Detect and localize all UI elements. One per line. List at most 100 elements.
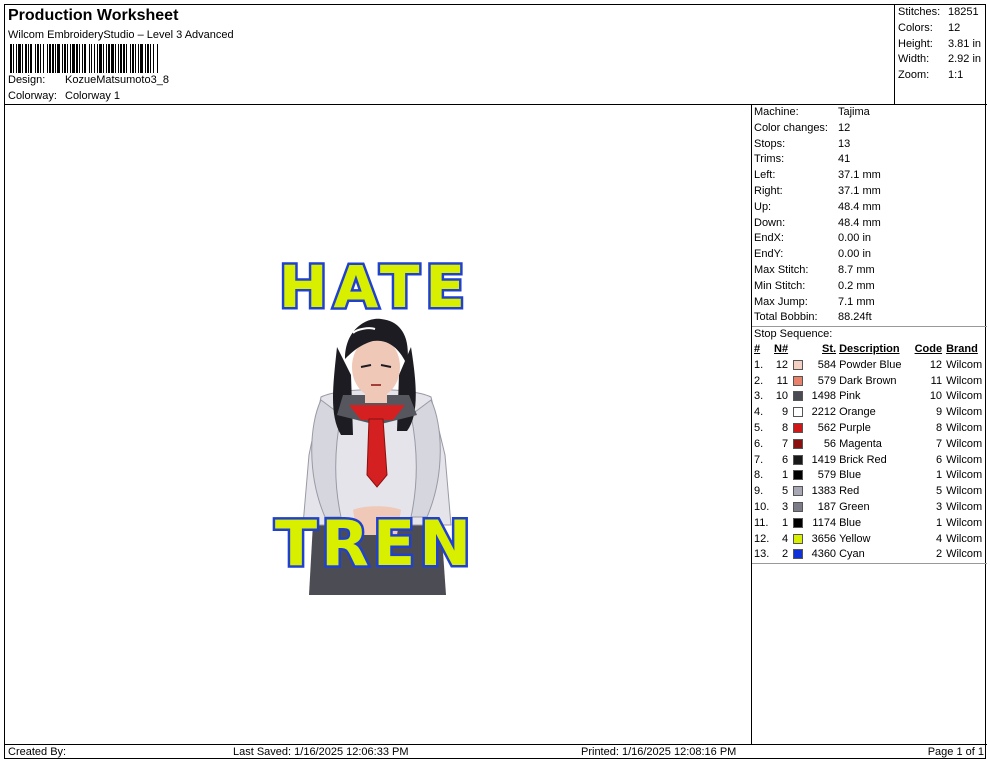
stop-index: 5. xyxy=(754,421,764,434)
info-label: Left: xyxy=(754,169,776,182)
color-swatch xyxy=(788,389,808,405)
info-label: Machine: xyxy=(754,106,799,118)
design-row: Design: KozueMatsumoto3_8 xyxy=(8,74,169,86)
summary-row-stitches: Stitches: 18251 xyxy=(898,6,979,18)
stitch-count: 1498 xyxy=(811,390,837,403)
color-code: 5 xyxy=(935,485,943,498)
info-label: Color changes: xyxy=(754,121,828,134)
printed-date: Printed: 1/16/2025 12:08:16 PM xyxy=(581,746,737,758)
design-text-bottom: TREN xyxy=(275,507,475,580)
needle-number: 3 xyxy=(781,500,789,513)
stop-index: 9. xyxy=(754,485,764,498)
stop-row: 7. 6 1419 Brick Red 6 Wilcom xyxy=(752,453,987,469)
thread-brand: Wilcom xyxy=(946,532,983,545)
info-row: Min Stitch: 0.2 mm xyxy=(752,279,987,295)
thread-brand: Wilcom xyxy=(946,548,983,561)
info-panel: Machine: Tajima Color changes: 12 Stops: 13 Tr… xyxy=(751,105,987,744)
color-code: 6 xyxy=(935,453,943,466)
thread-brand: Wilcom xyxy=(946,406,983,419)
stop-row: 13. 2 4360 Cyan 2 Wilcom xyxy=(752,547,987,563)
info-value: 88.24ft xyxy=(838,311,872,324)
needle-number: 7 xyxy=(781,437,789,450)
stop-row: 9. 5 1383 Red 5 Wilcom xyxy=(752,484,987,500)
color-description: Blue xyxy=(839,516,862,529)
color-swatch xyxy=(788,437,808,453)
page-number: Page 1 of 1 xyxy=(927,746,984,758)
stop-row: 1. 12 584 Powder Blue 12 Wilcom xyxy=(752,358,987,374)
col-header-swatch xyxy=(788,342,808,358)
stop-index: 8. xyxy=(754,469,764,482)
color-swatch-box xyxy=(793,549,804,560)
color-description: Green xyxy=(839,500,870,513)
thread-brand: Wilcom xyxy=(946,500,983,513)
color-description: Yellow xyxy=(839,532,871,545)
info-value: 13 xyxy=(838,137,851,150)
needle-number: 11 xyxy=(776,374,789,387)
color-description: Pink xyxy=(839,390,861,403)
stitch-count: 584 xyxy=(817,358,837,371)
info-label: Min Stitch: xyxy=(754,279,806,292)
color-swatch-box xyxy=(793,391,804,402)
worksheet-footer: Created By: Last Saved: 1/16/2025 12:06:… xyxy=(5,744,987,760)
info-row: Left: 37.1 mm xyxy=(752,168,987,184)
barcode-bar xyxy=(158,44,159,73)
page-title: Production Worksheet xyxy=(8,7,179,24)
embroidery-design-preview: HATE TREN xyxy=(272,255,475,595)
stop-index: 2. xyxy=(754,374,764,387)
stop-row: 5. 8 562 Purple 8 Wilcom xyxy=(752,421,987,437)
info-label: Down: xyxy=(754,216,786,229)
stop-row: 8. 1 579 Blue 1 Wilcom xyxy=(752,468,987,484)
info-row: Right: 37.1 mm xyxy=(752,184,987,200)
color-swatch xyxy=(788,500,808,516)
stop-index: 6. xyxy=(754,437,764,450)
needle-number: 9 xyxy=(781,406,789,419)
color-swatch xyxy=(788,468,808,484)
info-label: EndX: xyxy=(754,232,784,245)
scarf-tail-shape xyxy=(366,418,388,488)
color-swatch-box xyxy=(793,533,804,544)
info-row: Total Bobbin: 88.24ft xyxy=(752,310,987,326)
color-code: 8 xyxy=(935,421,943,434)
info-label: EndY: xyxy=(754,248,784,261)
color-code: 1 xyxy=(935,469,943,482)
color-description: Cyan xyxy=(839,548,865,561)
info-row: Machine: Tajima xyxy=(752,105,987,121)
color-description: Purple xyxy=(839,421,871,434)
thread-brand: Wilcom xyxy=(946,485,983,498)
info-row: Stops: 13 xyxy=(752,137,987,153)
summary-row-colors: Colors: 12 xyxy=(898,21,961,34)
info-row: Max Stitch: 8.7 mm xyxy=(752,263,987,279)
machine-info: Machine: Tajima Color changes: 12 Stops: 13 Tr… xyxy=(752,105,987,326)
info-row: EndX: 0.00 in xyxy=(752,231,987,247)
stop-index: 12. xyxy=(754,532,770,545)
info-label: Max Jump: xyxy=(754,295,808,308)
worksheet-header: Production Worksheet Wilcom EmbroiderySt… xyxy=(5,5,895,105)
color-swatch-box xyxy=(793,517,804,528)
stitch-count: 1383 xyxy=(811,485,837,498)
needle-number: 5 xyxy=(781,485,789,498)
col-header-description: Description xyxy=(839,342,900,355)
info-value: Tajima xyxy=(838,106,870,118)
software-name: Wilcom EmbroideryStudio – Level 3 Advanc… xyxy=(8,29,234,41)
stop-index: 13. xyxy=(754,548,770,561)
colorway-row: Colorway: Colorway 1 xyxy=(8,90,120,102)
design-name: KozueMatsumoto3_8 xyxy=(65,74,169,86)
colorway-label: Colorway: xyxy=(8,90,57,102)
color-description: Brick Red xyxy=(839,453,887,466)
stop-index: 7. xyxy=(754,453,764,466)
thread-brand: Wilcom xyxy=(946,390,983,403)
color-swatch xyxy=(788,453,808,469)
stitch-count: 562 xyxy=(817,421,837,434)
color-swatch-box xyxy=(793,454,804,465)
info-row: Color changes: 12 xyxy=(752,121,987,137)
stop-index: 3. xyxy=(754,390,764,403)
barcode xyxy=(10,44,246,73)
stop-row: 10. 3 187 Green 3 Wilcom xyxy=(752,500,987,516)
needle-number: 8 xyxy=(781,421,789,434)
color-swatch-box xyxy=(793,486,804,497)
info-value: 41 xyxy=(838,153,851,166)
needle-number: 10 xyxy=(775,390,789,403)
color-swatch-box xyxy=(793,407,804,418)
color-swatch-box xyxy=(793,359,804,370)
design-label: Design: xyxy=(8,74,46,86)
